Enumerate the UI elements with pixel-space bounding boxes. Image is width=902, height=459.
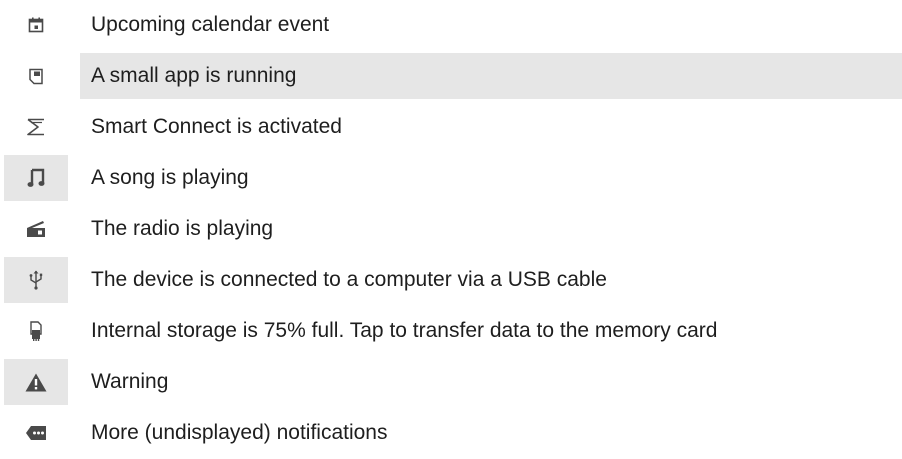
icon-cell (4, 104, 68, 150)
list-item: A song is playing (0, 153, 902, 204)
music-note-icon (27, 168, 45, 188)
icon-cell (4, 308, 68, 354)
list-item: A small app is running (0, 51, 902, 102)
icon-cell (4, 155, 68, 201)
icon-cell (4, 53, 68, 99)
warning-icon (25, 373, 47, 392)
list-item-text: More (undisplayed) notifications (91, 421, 388, 444)
icon-cell (4, 359, 68, 405)
list-item: Smart Connect is activated (0, 102, 902, 153)
icon-cell (4, 410, 68, 456)
list-item: The device is connected to a computer vi… (0, 255, 902, 306)
list-item: Warning (0, 357, 902, 408)
radio-icon (26, 220, 46, 238)
more-notifications-icon (25, 425, 47, 441)
list-item-text: Internal storage is 75% full. Tap to tra… (91, 319, 718, 342)
list-item-text: A small app is running (80, 53, 902, 99)
icon-cell (4, 206, 68, 252)
list-item: The radio is playing (0, 204, 902, 255)
list-item-text: Warning (91, 370, 169, 393)
list-item-text: Upcoming calendar event (91, 13, 330, 36)
status-icon-list: Upcoming calendar event A small app is r… (0, 0, 902, 459)
small-app-icon (28, 68, 44, 85)
icon-cell (4, 257, 68, 303)
usb-icon (29, 270, 43, 290)
list-item: Upcoming calendar event (0, 0, 902, 51)
storage-icon (29, 321, 43, 341)
list-item-text: The device is connected to a computer vi… (91, 268, 607, 291)
icon-cell (4, 2, 68, 48)
list-item: More (undisplayed) notifications (0, 408, 902, 459)
list-item: Internal storage is 75% full. Tap to tra… (0, 306, 902, 357)
list-item-text: A song is playing (91, 166, 249, 189)
smart-connect-icon (26, 118, 46, 136)
calendar-icon (28, 17, 44, 33)
list-item-text: The radio is playing (91, 217, 274, 240)
list-item-text: Smart Connect is activated (91, 115, 342, 138)
